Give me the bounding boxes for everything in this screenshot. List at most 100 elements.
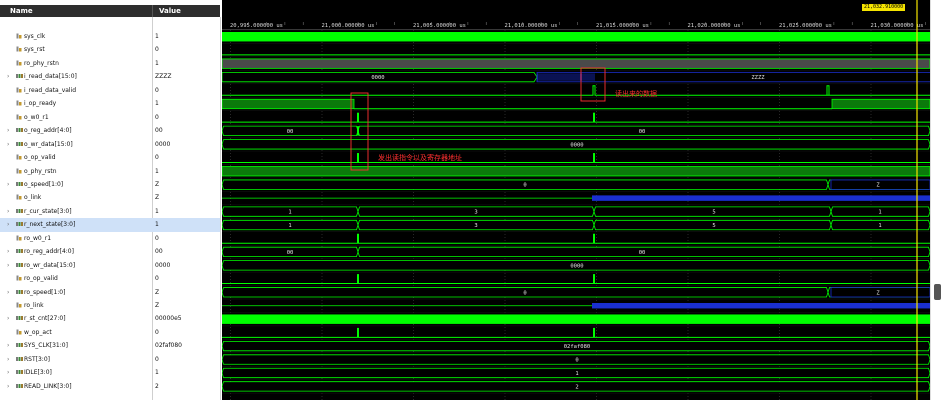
signal-row[interactable]: › RST[3:0] [0, 353, 152, 366]
w-op-act-pulse [593, 327, 595, 338]
expand-chevron-icon[interactable]: › [7, 208, 13, 215]
signal-value-text: 1 [155, 207, 159, 215]
ro-speed-highz [830, 287, 930, 298]
bus-signal-icon [16, 262, 23, 268]
expand-chevron-icon[interactable]: › [7, 383, 13, 390]
signal-row[interactable]: ro_op_valid [0, 272, 152, 285]
signal-row[interactable]: › o_speed[1:0] [0, 178, 152, 191]
signal-row[interactable]: › SYS_CLK[31:0] [0, 339, 152, 352]
signal-value-text: 0000 [155, 261, 171, 269]
signal-row[interactable]: › r_cur_state[3:0] [0, 205, 152, 218]
signal-value-text: 0 [155, 234, 159, 242]
bit-signal-icon [16, 154, 22, 160]
signal-row[interactable]: o_op_valid [0, 151, 152, 164]
signal-value-text: Z [155, 302, 160, 309]
signal-row[interactable]: › ro_reg_addr[4:0] [0, 245, 152, 258]
vertical-scrollbar[interactable] [930, 0, 943, 400]
waveform-canvas[interactable]: 20,995.000000 us 21,000.000000 us 21,005.0… [222, 0, 930, 400]
bus-value-label: 0000 [570, 142, 583, 148]
signal-value-text: 00 [155, 127, 163, 135]
signal-value-text: 0 [155, 154, 159, 162]
expand-chevron-icon[interactable]: › [7, 262, 13, 269]
bus-signal-icon [16, 369, 23, 375]
annotation-read-cmd: 发出读指令以及寄存器地址 [378, 153, 462, 162]
signal-row[interactable]: › ro_wr_data[15:0] [0, 259, 152, 272]
signal-value-text: 1 [155, 221, 159, 229]
signal-row[interactable]: › r_st_cnt[27:0] [0, 312, 152, 325]
expand-chevron-icon[interactable]: › [7, 289, 13, 296]
signal-value-text: 00000e5 [155, 315, 182, 323]
o-w0-r1-pulse [357, 112, 359, 123]
signal-name: o_op_valid [24, 154, 56, 162]
signal-name: sys_rst [24, 46, 45, 54]
signal-row[interactable]: ro_w0_r1 [0, 232, 152, 245]
annotation-read-data: 读出来的数据 [615, 89, 657, 98]
signal-row[interactable]: › i_read_data[15:0] [0, 70, 152, 83]
signal-name: ro_w0_r1 [24, 234, 52, 242]
signal-value-text: 2 [155, 382, 159, 390]
signal-row[interactable]: ro_phy_rstn [0, 57, 152, 70]
signal-name: sys_clk [24, 33, 46, 40]
signal-row[interactable]: › IDLE[3:0] [0, 366, 152, 379]
signal-row[interactable]: i_read_data_valid [0, 84, 152, 97]
time-tick-label: 21,000.000000 us [322, 23, 375, 29]
column-divider[interactable] [220, 17, 221, 400]
w-op-act-pulse [357, 327, 359, 338]
signal-name: RST[3:0] [24, 355, 50, 363]
signal-row[interactable]: i_op_ready [0, 97, 152, 110]
signal-row[interactable]: ro_link [0, 299, 152, 312]
signal-value-text: 02faf080 [155, 342, 182, 350]
signal-name: IDLE[3:0] [24, 369, 52, 377]
signal-row[interactable]: o_link [0, 191, 152, 204]
waveform-view[interactable]: 20,995.000000 us 21,000.000000 us 21,005.0… [222, 0, 930, 400]
value-column-header[interactable]: Value [152, 5, 220, 17]
signal-name: o_wr_data[15:0] [24, 140, 73, 148]
signal-row[interactable]: sys_clk [0, 30, 152, 43]
expand-chevron-icon[interactable]: › [7, 127, 13, 134]
bit-signal-icon [16, 235, 22, 241]
signal-row[interactable]: o_w0_r1 [0, 111, 152, 124]
expand-chevron-icon[interactable]: › [7, 369, 13, 376]
signal-value-text: Z [155, 194, 160, 202]
expand-chevron-icon[interactable]: › [7, 73, 13, 80]
signal-row[interactable]: sys_rst [0, 43, 152, 56]
bus-value-label: ZZZZ [751, 75, 765, 81]
signal-row[interactable]: o_phy_rstn [0, 165, 152, 178]
cursor-time-label[interactable]: 21,032.910000 [862, 4, 906, 11]
bus-value-label: 0000 [371, 75, 384, 81]
scrollbar-thumb[interactable] [934, 284, 941, 300]
signal-name: o_link [24, 194, 42, 202]
column-divider[interactable] [152, 17, 153, 400]
signal-name: ro_link [24, 302, 44, 309]
time-tick-label: 21,030.000000 us [871, 23, 924, 29]
time-tick-label: 21,005.000000 us [413, 23, 466, 29]
bus-signal-icon [16, 127, 23, 133]
expand-chevron-icon[interactable]: › [7, 141, 13, 148]
signal-name: ro_speed[1:0] [24, 288, 66, 296]
signal-name: i_op_ready [24, 100, 57, 108]
signal-name: ro_reg_addr[4:0] [24, 248, 74, 256]
signal-row[interactable]: w_op_act [0, 326, 152, 339]
signal-name: o_w0_r1 [24, 113, 49, 121]
expand-chevron-icon[interactable]: › [7, 221, 13, 228]
bus-value-label: 1 [878, 210, 881, 216]
signal-name: i_read_data_valid [24, 86, 77, 94]
i-read-data-valid-pulse [826, 85, 830, 96]
bus-signal-icon [16, 208, 23, 214]
bus-signal-icon [16, 221, 23, 227]
signal-row[interactable]: › ro_speed[1:0] [0, 286, 152, 299]
name-column-header[interactable]: Name [0, 5, 152, 17]
expand-chevron-icon[interactable]: › [7, 342, 13, 349]
expand-chevron-icon[interactable]: › [7, 315, 13, 322]
signal-row[interactable]: › READ_LINK[3:0] [0, 380, 152, 393]
expand-chevron-icon[interactable]: › [7, 248, 13, 255]
bus-signal-icon [16, 289, 23, 295]
signal-row[interactable]: › o_wr_data[15:0] [0, 138, 152, 151]
expand-chevron-icon[interactable]: › [7, 356, 13, 363]
signal-value-text: 0 [155, 113, 159, 121]
signal-row[interactable]: › o_reg_addr[4:0] [0, 124, 152, 137]
bus-value-label: 00 [287, 250, 294, 256]
expand-chevron-icon[interactable]: › [7, 181, 13, 188]
bus-value-label: 0 [575, 358, 578, 364]
signal-row[interactable]: › r_next_state[3:0] [0, 218, 220, 232]
